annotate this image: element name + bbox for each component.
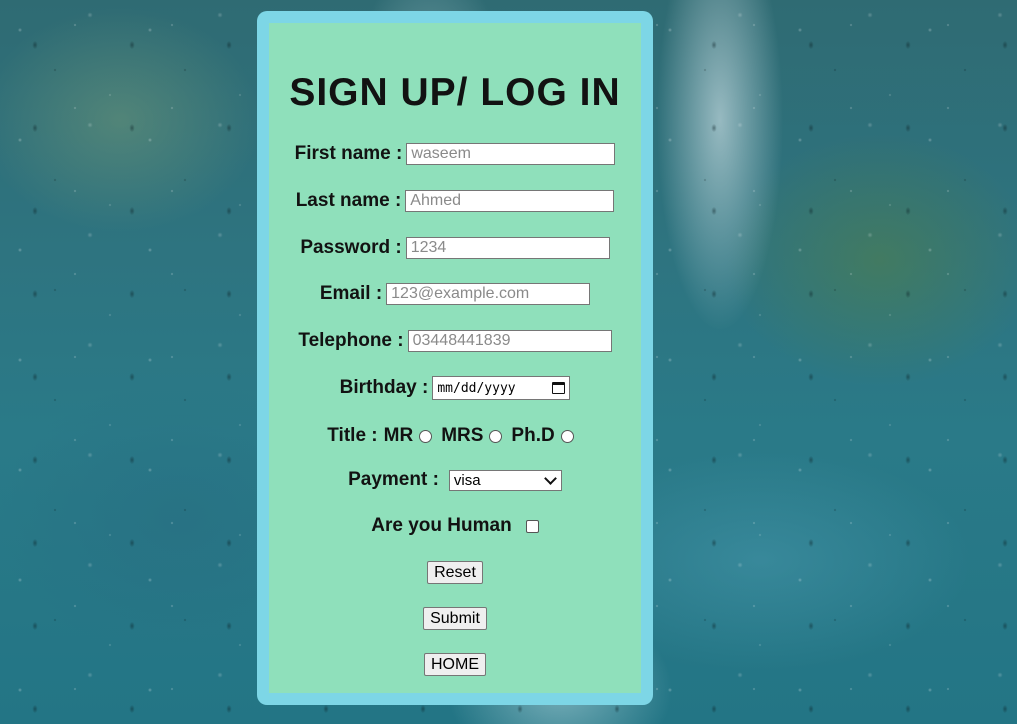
birthday-label: Birthday : xyxy=(339,377,429,398)
human-checkbox[interactable] xyxy=(525,519,539,533)
title-option-phd-radio[interactable] xyxy=(560,429,574,443)
home-button[interactable]: HOME xyxy=(424,653,486,676)
birthday-date-input[interactable]: mm/dd/yyyy xyxy=(432,376,571,400)
title-row: Title : MR MRS Ph.D xyxy=(269,425,641,447)
first-name-row: First name : xyxy=(269,143,641,165)
first-name-input[interactable] xyxy=(406,143,616,165)
title-option-mr-label: MR xyxy=(383,425,414,446)
home-row: HOME xyxy=(269,653,641,676)
email-label: Email : xyxy=(319,283,383,304)
submit-row: Submit xyxy=(269,607,641,630)
telephone-input[interactable] xyxy=(407,330,612,352)
last-name-input[interactable] xyxy=(405,190,615,212)
page-title: SIGN UP/ LOG IN xyxy=(289,71,621,114)
telephone-label: Telephone : xyxy=(298,330,404,351)
telephone-row: Telephone : xyxy=(269,330,641,352)
signup-form: SIGN UP/ LOG IN First name : Last name :… xyxy=(269,23,641,693)
chevron-down-icon xyxy=(544,471,557,485)
human-label: Are you Human xyxy=(371,515,512,536)
payment-select[interactable]: visa xyxy=(448,469,562,491)
birthday-row: Birthday : mm/dd/yyyy xyxy=(269,376,641,400)
password-input[interactable] xyxy=(405,237,610,259)
title-option-mrs-radio[interactable] xyxy=(489,429,503,443)
human-row: Are you Human xyxy=(269,515,641,537)
payment-label: Payment : xyxy=(348,469,439,490)
calendar-icon[interactable] xyxy=(552,382,566,394)
payment-selected-value: visa xyxy=(453,471,481,489)
last-name-row: Last name : xyxy=(269,190,641,212)
last-name-label: Last name : xyxy=(295,190,402,211)
title-option-phd-label: Ph.D xyxy=(511,425,555,446)
title-option-mr-radio[interactable] xyxy=(419,429,433,443)
title-option-mrs-label: MRS xyxy=(441,425,484,446)
email-row: Email : xyxy=(269,283,641,305)
password-label: Password : xyxy=(300,237,402,258)
password-row: Password : xyxy=(269,237,641,259)
title-label: Title : xyxy=(327,425,378,446)
first-name-label: First name : xyxy=(294,143,403,164)
payment-row: Payment : visa xyxy=(269,469,641,491)
email-input[interactable] xyxy=(386,283,591,305)
birthday-value: mm/dd/yyyy xyxy=(437,380,516,396)
signup-card: SIGN UP/ LOG IN First name : Last name :… xyxy=(257,11,653,705)
reset-row: Reset xyxy=(269,561,641,584)
submit-button[interactable]: Submit xyxy=(423,607,487,630)
reset-button[interactable]: Reset xyxy=(427,561,483,584)
